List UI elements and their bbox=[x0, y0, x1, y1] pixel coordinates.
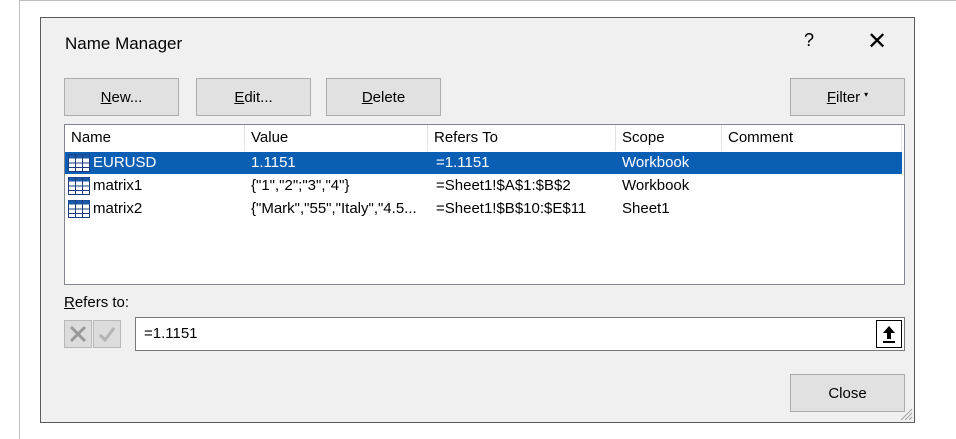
row-scope: Workbook bbox=[622, 154, 690, 171]
close-icon[interactable]: ✕ bbox=[863, 28, 891, 56]
row-name: matrix1 bbox=[93, 177, 143, 194]
cancel-x-glyph bbox=[69, 325, 87, 343]
table-row[interactable]: EURUSD 1.1151 =1.1151 Workbook bbox=[65, 152, 902, 174]
edit-accesskey: E bbox=[234, 88, 245, 106]
close-button[interactable]: Close bbox=[790, 374, 905, 412]
new-label: ew... bbox=[111, 88, 143, 106]
list-header: Name Value Refers To Scope Comment bbox=[65, 125, 904, 151]
resize-grip-icon[interactable] bbox=[899, 407, 913, 421]
row-refers-to: =Sheet1!$B$10:$E$11 bbox=[436, 200, 587, 217]
row-scope: Workbook bbox=[622, 177, 690, 194]
chevron-down-icon: ▾ bbox=[864, 89, 869, 99]
refers-to-accesskey: R bbox=[64, 294, 75, 311]
name-range-icon bbox=[68, 154, 90, 172]
delete-accesskey: D bbox=[361, 88, 373, 106]
table-row[interactable]: matrix1 {"1","2";"3","4"} =Sheet1!$A$1:$… bbox=[65, 175, 902, 197]
column-header-refers-to[interactable]: Refers To bbox=[428, 125, 616, 151]
column-header-comment[interactable]: Comment bbox=[722, 125, 902, 151]
edit-button[interactable]: Edit... bbox=[196, 78, 311, 116]
row-value: {"1","2";"3","4"} bbox=[251, 177, 350, 194]
refers-to-input[interactable]: =1.1151 bbox=[135, 317, 905, 351]
row-refers-to: =1.1151 bbox=[436, 154, 490, 171]
refers-to-value: =1.1151 bbox=[144, 325, 198, 342]
refers-to-label: Refers to: bbox=[64, 294, 129, 311]
column-header-scope[interactable]: Scope bbox=[616, 125, 722, 151]
confirm-check-icon[interactable] bbox=[93, 320, 121, 348]
filter-button[interactable]: Filter ▾ bbox=[790, 78, 905, 116]
names-list[interactable]: Name Value Refers To Scope Comment EURUS… bbox=[64, 124, 905, 285]
row-value: {"Mark","55","Italy","4.5... bbox=[251, 200, 417, 217]
dialog-title: Name Manager bbox=[65, 34, 183, 53]
collapse-dialog-arrow-icon bbox=[883, 326, 895, 343]
name-manager-dialog: Name Manager ? ✕ New... Edit... Delete F… bbox=[40, 17, 915, 423]
help-button[interactable]: ? bbox=[799, 30, 819, 51]
row-scope: Sheet1 bbox=[622, 200, 670, 217]
confirm-check-glyph bbox=[98, 327, 116, 343]
page-border-left bbox=[19, 0, 20, 439]
row-value: 1.1151 bbox=[251, 154, 296, 171]
delete-button[interactable]: Delete bbox=[326, 78, 441, 116]
page-border-top bbox=[19, 0, 956, 1]
table-row[interactable]: matrix2 {"Mark","55","Italy","4.5... =Sh… bbox=[65, 198, 902, 220]
filter-label: ilter bbox=[835, 88, 861, 106]
edit-label: dit... bbox=[244, 88, 273, 106]
new-button[interactable]: New... bbox=[64, 78, 179, 116]
new-accesskey: N bbox=[100, 88, 112, 106]
name-range-icon bbox=[68, 200, 90, 218]
row-name: matrix2 bbox=[93, 200, 143, 217]
column-header-value[interactable]: Value bbox=[245, 125, 428, 151]
row-refers-to: =Sheet1!$A$1:$B$2 bbox=[436, 177, 571, 194]
column-header-name[interactable]: Name bbox=[65, 125, 245, 151]
row-name: EURUSD bbox=[93, 154, 157, 171]
filter-accesskey: F bbox=[826, 88, 836, 106]
delete-label: elete bbox=[372, 88, 406, 106]
cancel-x-icon[interactable] bbox=[64, 320, 92, 348]
refers-to-label-text: efers to: bbox=[74, 294, 130, 311]
name-range-icon bbox=[68, 177, 90, 195]
collapse-dialog-button[interactable] bbox=[876, 320, 902, 348]
